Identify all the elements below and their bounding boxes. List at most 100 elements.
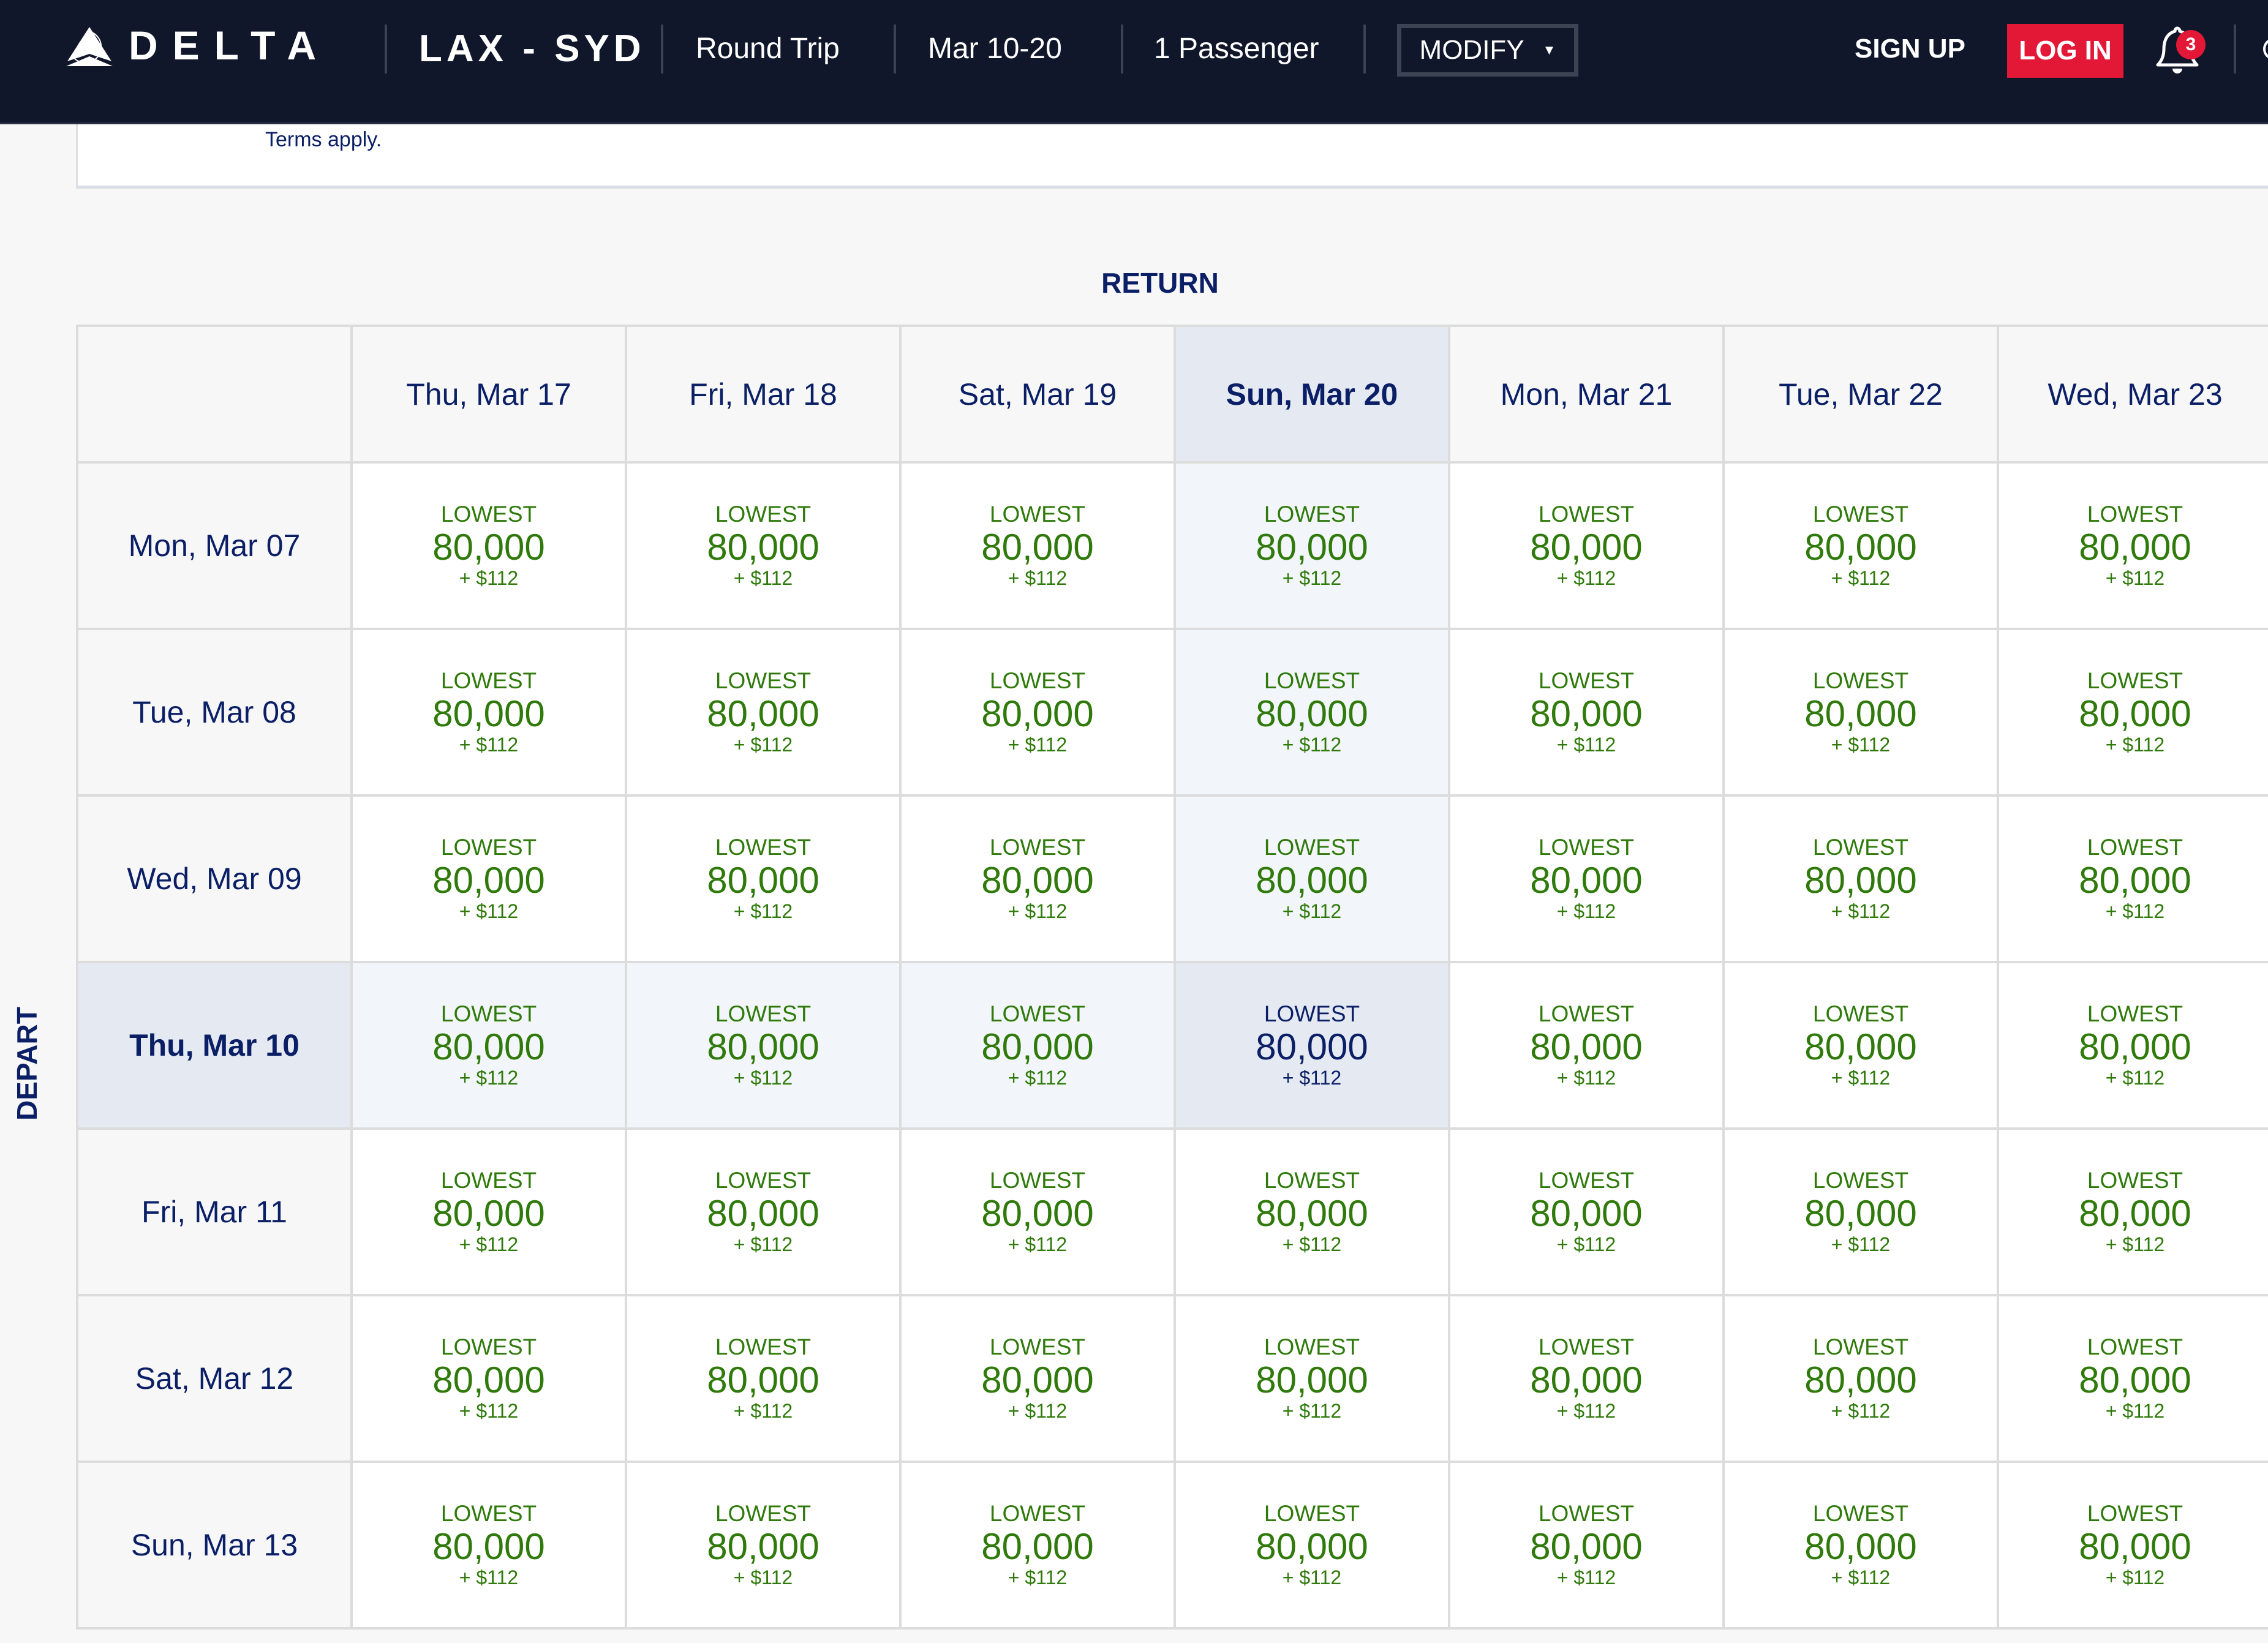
sign-up-link[interactable]: SIGN UP bbox=[1855, 36, 1965, 62]
fare-cell[interactable]: LOWEST 80,000 + $112 bbox=[1725, 1463, 1999, 1630]
travel-dates[interactable]: Mar 10-20 bbox=[928, 34, 1062, 64]
return-date-header[interactable]: Thu, Mar 17 bbox=[353, 327, 627, 464]
fare-cell[interactable]: LOWEST 80,000 + $112 bbox=[1450, 464, 1725, 630]
depart-date-header[interactable]: Thu, Mar 10 bbox=[78, 963, 353, 1130]
fare-cell[interactable]: LOWEST 80,000 + $112 bbox=[353, 1463, 627, 1630]
fare-cell[interactable]: LOWEST 80,000 + $112 bbox=[902, 1130, 1176, 1296]
fare-miles: 80,000 bbox=[707, 526, 819, 568]
fare-cell[interactable]: LOWEST 80,000 + $112 bbox=[1450, 963, 1725, 1130]
depart-date-label: Tue, Mar 08 bbox=[132, 695, 296, 729]
fare-cell[interactable]: LOWEST 80,000 + $112 bbox=[1999, 1463, 2268, 1630]
fare-cell[interactable]: LOWEST 80,000 + $112 bbox=[1725, 963, 1999, 1130]
fare-miles: 80,000 bbox=[2079, 1026, 2191, 1067]
fare-cell[interactable]: LOWEST 80,000 + $112 bbox=[1725, 630, 1999, 797]
fare-cell[interactable]: LOWEST 80,000 + $112 bbox=[1999, 1130, 2268, 1296]
search-icon[interactable] bbox=[2263, 38, 2268, 60]
fare-miles: 80,000 bbox=[432, 693, 545, 734]
route-label: LAX - SYD bbox=[419, 28, 646, 70]
fare-cell[interactable]: LOWEST 80,000 + $112 bbox=[1450, 1463, 1725, 1630]
fare-cell[interactable]: LOWEST 80,000 + $112 bbox=[353, 963, 627, 1130]
fare-cell[interactable]: LOWEST 80,000 + $112 bbox=[1176, 464, 1450, 630]
return-date-label: Fri, Mar 18 bbox=[689, 377, 837, 412]
fare-taxes: + $112 bbox=[1008, 1233, 1068, 1255]
fare-taxes: + $112 bbox=[1282, 566, 1342, 589]
fare-miles: 80,000 bbox=[1256, 1359, 1368, 1400]
fare-cell[interactable]: LOWEST 80,000 + $112 bbox=[902, 1296, 1176, 1463]
fare-taxes: + $112 bbox=[2105, 1399, 2165, 1422]
fare-cell[interactable]: LOWEST 80,000 + $112 bbox=[1450, 797, 1725, 963]
passenger-count[interactable]: 1 Passenger bbox=[1154, 34, 1319, 64]
modify-search-button[interactable]: MODIFY ▼ bbox=[1397, 24, 1578, 77]
fare-miles: 80,000 bbox=[1804, 526, 1917, 568]
trip-type[interactable]: Round Trip bbox=[696, 34, 840, 64]
fare-taxes: + $112 bbox=[1008, 733, 1068, 756]
fare-cell[interactable]: LOWEST 80,000 + $112 bbox=[1176, 963, 1450, 1130]
return-date-header[interactable]: Mon, Mar 21 bbox=[1450, 327, 1725, 464]
fare-taxes: + $112 bbox=[459, 733, 519, 756]
fare-cell[interactable]: LOWEST 80,000 + $112 bbox=[1725, 1130, 1999, 1296]
fare-cell[interactable]: LOWEST 80,000 + $112 bbox=[353, 464, 627, 630]
fare-cell[interactable]: LOWEST 80,000 + $112 bbox=[902, 1463, 1176, 1630]
fare-cell[interactable]: LOWEST 80,000 + $112 bbox=[627, 464, 902, 630]
fare-cell[interactable]: LOWEST 80,000 + $112 bbox=[1176, 1130, 1450, 1296]
fare-taxes: + $112 bbox=[1556, 566, 1616, 589]
fare-tag: LOWEST bbox=[1812, 1501, 1909, 1527]
fare-cell[interactable]: LOWEST 80,000 + $112 bbox=[902, 630, 1176, 797]
fare-taxes: + $112 bbox=[459, 1066, 519, 1089]
return-date-header[interactable]: Fri, Mar 18 bbox=[627, 327, 902, 464]
fare-cell[interactable]: LOWEST 80,000 + $112 bbox=[627, 1296, 902, 1463]
fare-cell[interactable]: LOWEST 80,000 + $112 bbox=[627, 1463, 902, 1630]
return-date-header[interactable]: Sat, Mar 19 bbox=[902, 327, 1176, 464]
fare-cell[interactable]: LOWEST 80,000 + $112 bbox=[1176, 797, 1450, 963]
depart-date-header[interactable]: Sun, Mar 13 bbox=[78, 1463, 353, 1630]
fare-cell[interactable]: LOWEST 80,000 + $112 bbox=[1999, 797, 2268, 963]
delta-logo[interactable]: DELTA bbox=[66, 23, 354, 68]
fare-cell[interactable]: LOWEST 80,000 + $112 bbox=[353, 1130, 627, 1296]
fare-taxes: + $112 bbox=[2105, 1066, 2165, 1089]
fare-cell[interactable]: LOWEST 80,000 + $112 bbox=[1450, 1130, 1725, 1296]
fare-cell[interactable]: LOWEST 80,000 + $112 bbox=[902, 963, 1176, 1130]
fare-cell[interactable]: LOWEST 80,000 + $112 bbox=[902, 464, 1176, 630]
fare-cell[interactable]: LOWEST 80,000 + $112 bbox=[1999, 963, 2268, 1130]
fare-cell[interactable]: LOWEST 80,000 + $112 bbox=[1725, 1296, 1999, 1463]
fare-cell[interactable]: LOWEST 80,000 + $112 bbox=[1725, 797, 1999, 963]
fare-cell[interactable]: LOWEST 80,000 + $112 bbox=[353, 797, 627, 963]
fare-cell[interactable]: LOWEST 80,000 + $112 bbox=[1450, 630, 1725, 797]
fare-miles: 80,000 bbox=[1530, 1525, 1643, 1567]
return-date-header[interactable]: Wed, Mar 23 bbox=[1999, 327, 2268, 464]
fare-tag: LOWEST bbox=[1538, 1334, 1635, 1360]
fare-cell[interactable]: LOWEST 80,000 + $112 bbox=[1176, 1463, 1450, 1630]
depart-date-header[interactable]: Sat, Mar 12 bbox=[78, 1296, 353, 1463]
fare-cell[interactable]: LOWEST 80,000 + $112 bbox=[1450, 1296, 1725, 1463]
fare-cell[interactable]: LOWEST 80,000 + $112 bbox=[627, 963, 902, 1130]
fare-tag: LOWEST bbox=[715, 502, 812, 527]
fare-cell[interactable]: LOWEST 80,000 + $112 bbox=[1176, 1296, 1450, 1463]
fare-cell[interactable]: LOWEST 80,000 + $112 bbox=[902, 797, 1176, 963]
depart-date-header[interactable]: Wed, Mar 09 bbox=[78, 797, 353, 963]
fare-cell[interactable]: LOWEST 80,000 + $112 bbox=[353, 630, 627, 797]
fare-cell[interactable]: LOWEST 80,000 + $112 bbox=[1725, 464, 1999, 630]
fare-cell[interactable]: LOWEST 80,000 + $112 bbox=[627, 630, 902, 797]
fare-cell[interactable]: LOWEST 80,000 + $112 bbox=[627, 1130, 902, 1296]
fare-cell[interactable]: LOWEST 80,000 + $112 bbox=[1999, 630, 2268, 797]
brand-wordmark: DELTA bbox=[129, 23, 331, 68]
return-date-header[interactable]: Tue, Mar 22 bbox=[1725, 327, 1999, 464]
fare-miles: 80,000 bbox=[1804, 859, 1917, 901]
depart-date-header[interactable]: Mon, Mar 07 bbox=[78, 464, 353, 630]
return-date-header[interactable]: Sun, Mar 20 bbox=[1176, 327, 1450, 464]
fare-tag: LOWEST bbox=[440, 1334, 537, 1360]
fare-taxes: + $112 bbox=[1831, 566, 1891, 589]
log-in-button[interactable]: LOG IN bbox=[2007, 24, 2123, 78]
fare-miles: 80,000 bbox=[1256, 859, 1368, 901]
fare-taxes: + $112 bbox=[1008, 566, 1068, 589]
fare-cell[interactable]: LOWEST 80,000 + $112 bbox=[353, 1296, 627, 1463]
depart-axis-label: DEPART bbox=[11, 1007, 43, 1121]
fare-cell[interactable]: LOWEST 80,000 + $112 bbox=[1176, 630, 1450, 797]
depart-date-header[interactable]: Tue, Mar 08 bbox=[78, 630, 353, 797]
fare-cell[interactable]: LOWEST 80,000 + $112 bbox=[1999, 1296, 2268, 1463]
fare-taxes: + $112 bbox=[459, 566, 519, 589]
fare-taxes: + $112 bbox=[1282, 1399, 1342, 1422]
fare-cell[interactable]: LOWEST 80,000 + $112 bbox=[627, 797, 902, 963]
fare-cell[interactable]: LOWEST 80,000 + $112 bbox=[1999, 464, 2268, 630]
depart-date-header[interactable]: Fri, Mar 11 bbox=[78, 1130, 353, 1296]
